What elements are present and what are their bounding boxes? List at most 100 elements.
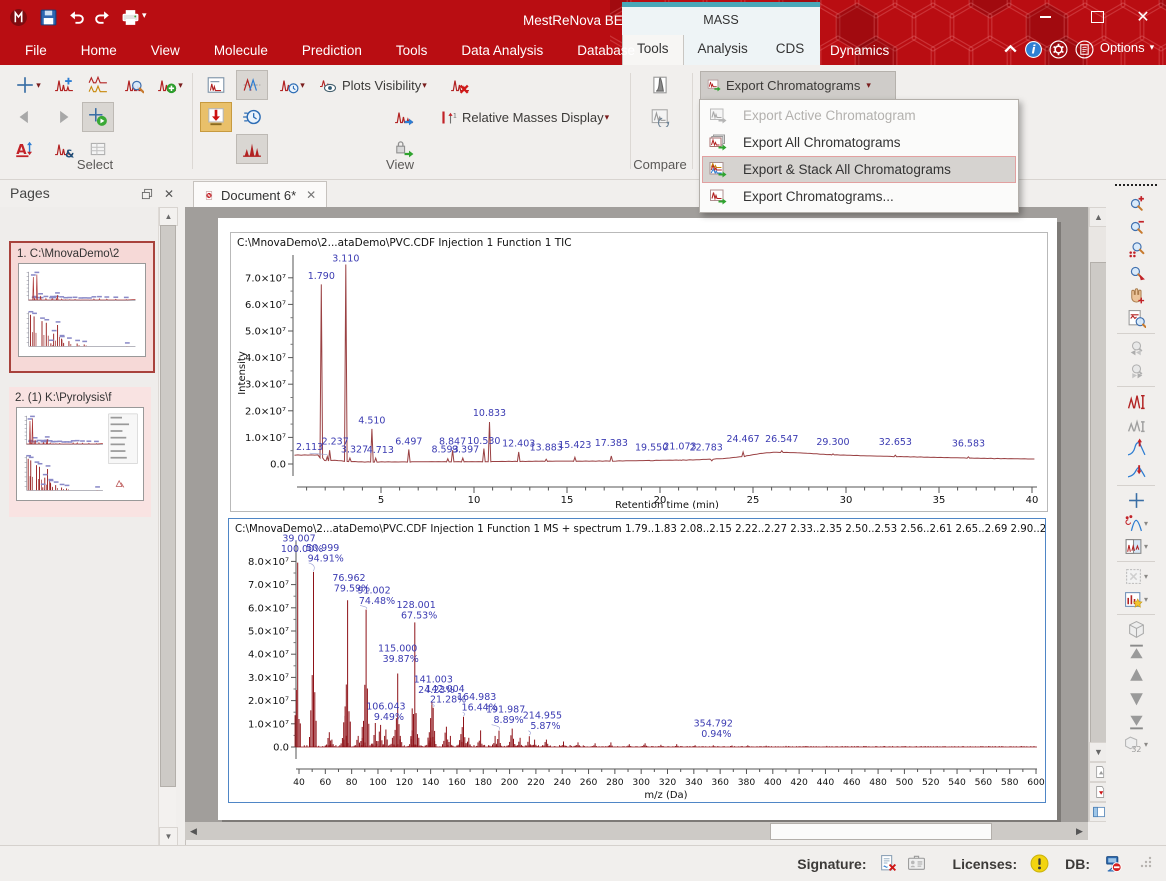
scroll-right-icon[interactable]: ▶ bbox=[1071, 822, 1088, 840]
close-button[interactable]: ✕ bbox=[1128, 6, 1158, 28]
document-tab[interactable]: Document 6* ✕ bbox=[193, 181, 327, 208]
signature-invalid-icon[interactable] bbox=[878, 853, 900, 875]
tab-tools[interactable]: Tools bbox=[379, 36, 445, 65]
relative-masses-button[interactable]: 1 Relative Masses Display ▾ bbox=[438, 105, 609, 129]
gear-icon[interactable] bbox=[1047, 40, 1069, 59]
page-thumbnail-2[interactable]: 2. (1) K:\Pyrolysis\f bbox=[9, 387, 151, 517]
spectrum-display-icon[interactable]: ▾ bbox=[1119, 535, 1153, 558]
svg-text:3.327: 3.327 bbox=[341, 444, 368, 455]
export-chromatograms-button[interactable]: Export Chromatograms ▾ bbox=[700, 71, 896, 100]
db-label: DB: bbox=[1065, 856, 1090, 872]
horizontal-scrollbar[interactable]: ◀ ▶ bbox=[185, 822, 1088, 840]
scroll-left-icon[interactable]: ◀ bbox=[185, 822, 202, 840]
pages-scrollbar-thumb[interactable] bbox=[160, 225, 176, 787]
export-all-chromatograms-icon bbox=[703, 132, 733, 154]
spectrum-view-icon[interactable] bbox=[236, 134, 268, 164]
tab-view[interactable]: View bbox=[134, 36, 197, 65]
menu-item-export-stack-all-chromatograms[interactable]: Export & Stack All Chromatograms bbox=[702, 156, 1016, 183]
spectrum-add-icon[interactable]: ▾ bbox=[150, 70, 190, 100]
scroll-down-icon[interactable]: ▼ bbox=[159, 827, 178, 846]
print-dropdown-caret[interactable]: ▾ bbox=[142, 10, 147, 21]
crosshair-icon[interactable] bbox=[1119, 489, 1153, 512]
print-button[interactable] bbox=[118, 5, 142, 29]
pages-scrollbar[interactable]: ▲ ▼ bbox=[158, 207, 176, 845]
fit-to-height-icon[interactable] bbox=[1119, 436, 1153, 459]
full-view-icon[interactable] bbox=[1119, 307, 1153, 330]
pan-icon[interactable] bbox=[1119, 284, 1153, 307]
tab-data-analysis[interactable]: Data Analysis bbox=[444, 36, 560, 65]
zoom-manual-icon[interactable] bbox=[1119, 261, 1153, 284]
minimize-button[interactable] bbox=[1030, 6, 1060, 28]
overlay-spectra-icon[interactable] bbox=[236, 70, 268, 100]
resize-grip[interactable] bbox=[1140, 855, 1152, 873]
export-plot-icon[interactable] bbox=[388, 102, 420, 132]
realtime-update-icon[interactable] bbox=[236, 102, 268, 132]
redo-button[interactable] bbox=[90, 5, 114, 29]
menu-item-export-chromatograms[interactable]: Export Chromatograms... bbox=[702, 183, 1016, 210]
tic-chromatogram-chart[interactable]: C:\MnovaDemo\2...ataDemo\PVC.CDF Injecti… bbox=[230, 232, 1048, 512]
document-canvas[interactable]: C:\MnovaDemo\2...ataDemo\PVC.CDF Injecti… bbox=[185, 207, 1088, 822]
data-browser-icon[interactable] bbox=[200, 70, 232, 100]
save-button[interactable] bbox=[36, 5, 60, 29]
active-selection-tool-icon[interactable] bbox=[82, 102, 114, 132]
collapse-ribbon-icon[interactable] bbox=[1000, 40, 1020, 59]
import-data-icon[interactable] bbox=[200, 102, 232, 132]
plots-visibility-button[interactable]: Plots Visibility ▾ bbox=[318, 73, 427, 97]
zoom-in-icon[interactable] bbox=[1119, 192, 1153, 215]
page-thumbnail-1[interactable]: 1. C:\MnovaDemo\2 bbox=[9, 241, 155, 373]
svg-text:4.510: 4.510 bbox=[358, 416, 385, 427]
horizontal-scrollbar-thumb[interactable] bbox=[770, 823, 992, 840]
spectrum-zoom-icon[interactable] bbox=[118, 70, 150, 100]
tab-home[interactable]: Home bbox=[64, 36, 134, 65]
licenses-book-icon[interactable] bbox=[1073, 40, 1095, 59]
move-top-icon[interactable] bbox=[1119, 641, 1153, 664]
tab-molecule[interactable]: Molecule bbox=[197, 36, 285, 65]
expansion-tool-icon[interactable]: A bbox=[8, 134, 40, 164]
float-panel-icon[interactable] bbox=[138, 185, 156, 203]
next-arrow-icon[interactable] bbox=[48, 102, 80, 132]
mass-tab-cds[interactable]: CDS bbox=[762, 35, 819, 65]
signature-card-icon[interactable] bbox=[906, 853, 928, 875]
group-label-view: View bbox=[360, 157, 440, 172]
scheduled-display-icon[interactable]: ▾ bbox=[272, 70, 312, 100]
fit-to-baseline-icon[interactable] bbox=[1119, 459, 1153, 482]
move-down-icon[interactable] bbox=[1119, 687, 1153, 710]
move-bottom-icon[interactable] bbox=[1119, 710, 1153, 733]
svg-text:115.000: 115.000 bbox=[378, 643, 417, 654]
maximize-button[interactable] bbox=[1082, 6, 1112, 28]
tab-prediction[interactable]: Prediction bbox=[285, 36, 379, 65]
options-menu[interactable]: Options ▾ bbox=[1098, 40, 1156, 55]
scroll-up-icon[interactable]: ▲ bbox=[159, 207, 178, 226]
svg-text:35: 35 bbox=[933, 495, 946, 506]
compare-spectra-icon[interactable] bbox=[644, 70, 676, 100]
spectrum-plus-icon[interactable] bbox=[48, 70, 80, 100]
vertical-scrollbar[interactable]: ▲ ▼ bbox=[1088, 207, 1107, 822]
db-disconnected-icon[interactable] bbox=[1101, 853, 1123, 875]
info-icon[interactable]: i bbox=[1022, 40, 1044, 59]
move-up-icon[interactable] bbox=[1119, 664, 1153, 687]
dual-display-icon[interactable] bbox=[82, 70, 114, 100]
tab-file[interactable]: File bbox=[8, 36, 64, 65]
svg-text:0.0: 0.0 bbox=[270, 460, 286, 471]
toolbar-drag-handle[interactable] bbox=[1115, 184, 1157, 190]
zoom-out-icon[interactable] bbox=[1119, 215, 1153, 238]
menu-item-export-all-chromatograms[interactable]: Export All Chromatograms bbox=[702, 129, 1016, 156]
overlay-compare-icon[interactable] bbox=[644, 102, 676, 132]
ms-spectrum-chart[interactable]: C:\MnovaDemo\2...ataDemo\PVC.CDF Injecti… bbox=[228, 518, 1046, 803]
close-panel-icon[interactable]: ✕ bbox=[160, 185, 178, 203]
crosshair-selection-tool[interactable]: ▾ bbox=[8, 70, 48, 100]
document-close-icon[interactable]: ✕ bbox=[306, 188, 316, 202]
mass-tab-analysis[interactable]: Analysis bbox=[684, 35, 762, 65]
hide-plot-icon[interactable] bbox=[444, 70, 476, 100]
licenses-warning-icon[interactable] bbox=[1028, 853, 1050, 875]
previous-arrow-icon[interactable] bbox=[8, 102, 40, 132]
undo-button[interactable] bbox=[64, 5, 88, 29]
increase-intensity-icon[interactable] bbox=[1119, 390, 1153, 413]
document-page[interactable]: C:\MnovaDemo\2...ataDemo\PVC.CDF Injecti… bbox=[218, 218, 1057, 820]
vertical-scrollbar-thumb[interactable] bbox=[1090, 262, 1107, 744]
zoom-autoscale-icon[interactable] bbox=[1119, 238, 1153, 261]
cutoff-icon[interactable]: ▾ bbox=[1119, 512, 1153, 535]
arrange-plots-icon[interactable]: ▾ bbox=[1119, 588, 1153, 611]
tab-dynamics[interactable]: Dynamics bbox=[830, 43, 889, 58]
tab-database[interactable]: Database bbox=[560, 36, 652, 65]
